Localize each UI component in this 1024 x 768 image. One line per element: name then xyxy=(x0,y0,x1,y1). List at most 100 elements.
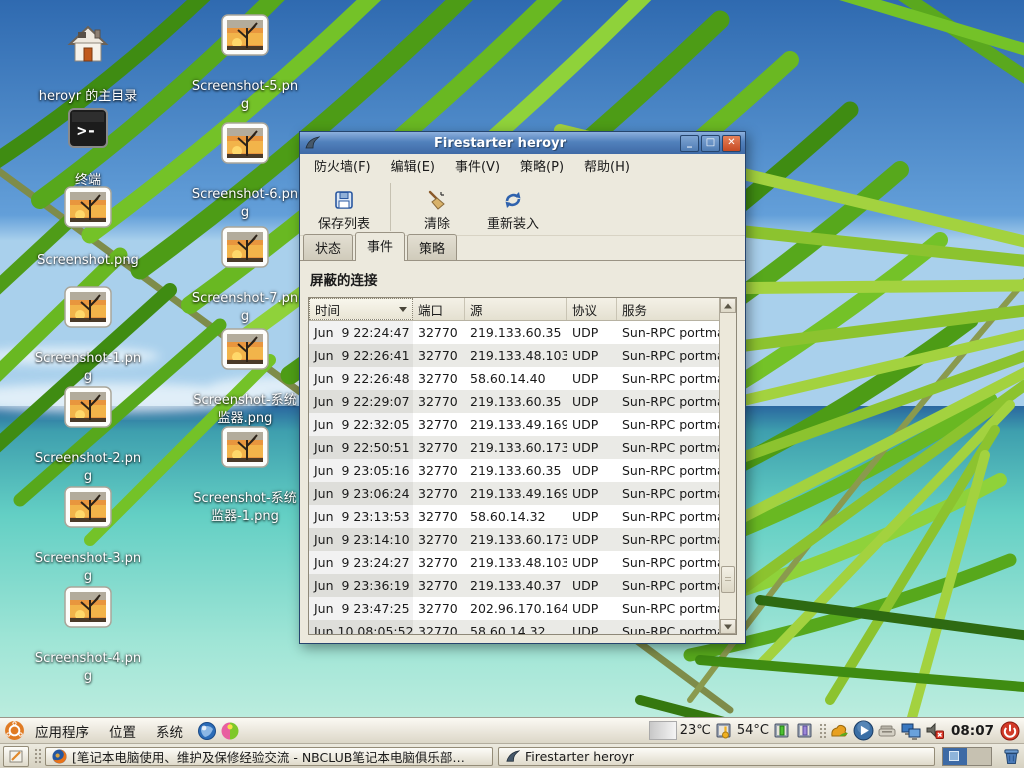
task-button[interactable]: [笔记本电脑使用、维护及保修经验交流 - NBCLUB笔记本电脑俱乐部… xyxy=(45,747,493,766)
menu-item[interactable]: 防火墙(F) xyxy=(304,154,381,177)
vertical-scrollbar[interactable] xyxy=(719,298,736,634)
column-header-service[interactable]: 服务 xyxy=(617,298,719,320)
panel-menu-item[interactable]: 系统 xyxy=(146,721,193,741)
desktop-icon[interactable]: >- Screenshot-5.png xyxy=(190,14,300,113)
cell-time: Jun 9 23:13:53 xyxy=(309,505,413,528)
menu-item[interactable]: 策略(P) xyxy=(510,154,574,177)
trash-icon[interactable] xyxy=(1002,747,1021,765)
event-row[interactable]: Jun 9 22:26:48 32770 58.60.14.40 UDP Sun… xyxy=(309,367,719,390)
menu-item[interactable]: 帮助(H) xyxy=(574,154,640,177)
panel-menu-item[interactable]: 应用程序 xyxy=(25,721,99,741)
cell-time: Jun 9 22:29:07 xyxy=(309,390,413,413)
desktop-icon[interactable]: >- Screenshot-4.png xyxy=(33,586,143,685)
cell-source: 58.60.14.32 xyxy=(465,505,567,528)
notification-applet-icon[interactable] xyxy=(829,721,850,740)
taskbar-drag-handle[interactable] xyxy=(33,747,41,765)
scroll-up-icon[interactable] xyxy=(720,298,736,313)
image-file-icon xyxy=(221,328,269,372)
event-row[interactable]: Jun 9 22:29:07 32770 219.133.60.35 UDP S… xyxy=(309,390,719,413)
graphics-launcher-icon[interactable] xyxy=(220,721,240,741)
cpu-thermometer-icon[interactable] xyxy=(714,721,734,740)
desktop-icon[interactable]: >- Screenshot-6.png xyxy=(190,122,300,221)
sensor-chip-purple-icon[interactable] xyxy=(795,721,815,740)
cell-source: 219.133.40.37 xyxy=(465,574,567,597)
event-row[interactable]: Jun 9 23:36:19 32770 219.133.40.37 UDP S… xyxy=(309,574,719,597)
show-desktop-icon xyxy=(9,750,23,763)
tray-drag-handle[interactable] xyxy=(818,722,826,740)
cell-service: Sun-RPC portmap xyxy=(617,459,719,482)
menu-item[interactable]: 事件(V) xyxy=(445,154,510,177)
sensor-chip-green-icon[interactable] xyxy=(772,721,792,740)
workspace-2[interactable] xyxy=(967,748,991,765)
desktop-icon[interactable]: >- Screenshot-2.png xyxy=(33,386,143,485)
event-row[interactable]: Jun 9 23:06:24 32770 219.133.49.169 UDP … xyxy=(309,482,719,505)
cell-protocol: UDP xyxy=(567,597,617,620)
close-button-icon[interactable]: ✕ xyxy=(722,135,741,152)
event-row[interactable]: Jun 9 23:24:27 32770 219.133.48.103 UDP … xyxy=(309,551,719,574)
column-header-time[interactable]: 时间 xyxy=(309,298,413,320)
section-title: 屏蔽的连接 xyxy=(310,269,737,289)
column-header-source[interactable]: 源 xyxy=(465,298,567,320)
task-button[interactable]: Firestarter heroyr xyxy=(498,747,935,766)
event-row[interactable]: Jun 9 23:13:53 32770 58.60.14.32 UDP Sun… xyxy=(309,505,719,528)
scroll-down-icon[interactable] xyxy=(720,619,736,634)
event-row[interactable]: Jun 9 22:50:51 32770 219.133.60.173 UDP … xyxy=(309,436,719,459)
network-monitors-icon[interactable] xyxy=(900,721,922,741)
event-row[interactable]: Jun 9 23:14:10 32770 219.133.60.173 UDP … xyxy=(309,528,719,551)
cell-port: 32770 xyxy=(413,436,465,459)
media-player-tray-icon[interactable] xyxy=(853,720,874,741)
browser-launcher-icon[interactable] xyxy=(197,721,217,741)
event-row[interactable]: Jun 9 22:24:47 32770 219.133.60.35 UDP S… xyxy=(309,321,719,344)
cell-service: Sun-RPC portmap xyxy=(617,574,719,597)
clear-button[interactable]: 清除 xyxy=(399,180,475,234)
show-desktop-button[interactable] xyxy=(3,746,29,767)
tab[interactable]: 策略 xyxy=(407,234,457,261)
window-title: Firestarter heroyr xyxy=(323,136,677,151)
cell-time: Jun 9 22:50:51 xyxy=(309,436,413,459)
tab[interactable]: 状态 xyxy=(303,234,353,261)
cell-service: Sun-RPC portmap xyxy=(617,528,719,551)
event-row[interactable]: Jun 9 22:26:41 32770 219.133.48.103 UDP … xyxy=(309,344,719,367)
desktop-icon[interactable]: >- Screenshot-3.png xyxy=(33,486,143,585)
desktop-icon[interactable]: >- Screenshot-系统监器.png xyxy=(190,328,300,427)
event-row[interactable]: Jun 9 22:32:05 32770 219.133.49.169 UDP … xyxy=(309,413,719,436)
gpu-temp-label[interactable]: 54°C xyxy=(737,723,769,738)
event-row[interactable]: Jun 10 08:05:52 32770 58.60.14.32 UDP Su… xyxy=(309,620,719,634)
terminal-icon: >- xyxy=(64,106,112,150)
svg-text:>-: >- xyxy=(77,121,96,140)
desktop-icon-label: Screenshot-6.png xyxy=(191,186,299,221)
broom-icon xyxy=(426,189,448,211)
column-header-port[interactable]: 端口 xyxy=(413,298,465,320)
ubuntu-menu-icon[interactable] xyxy=(4,720,25,741)
power-button-icon[interactable] xyxy=(1000,721,1020,741)
reload-button[interactable]: 重新装入 xyxy=(475,180,551,234)
cell-port: 32770 xyxy=(413,505,465,528)
monitor-applet[interactable] xyxy=(649,721,677,740)
cell-port: 32770 xyxy=(413,574,465,597)
tab[interactable]: 事件 xyxy=(355,232,405,261)
scrollbar-thumb[interactable] xyxy=(721,566,735,593)
menu-item[interactable]: 编辑(E) xyxy=(381,154,445,177)
desktop-icon[interactable]: >- Screenshot-7.png xyxy=(190,226,300,325)
maximize-button-icon[interactable]: □ xyxy=(701,135,720,152)
image-file-icon xyxy=(221,226,269,270)
volume-muted-icon[interactable] xyxy=(925,721,945,740)
column-header-protocol[interactable]: 协议 xyxy=(567,298,617,320)
minimize-button-icon[interactable]: _ xyxy=(680,135,699,152)
device-tray-icon[interactable] xyxy=(877,721,897,740)
cell-time: Jun 9 22:32:05 xyxy=(309,413,413,436)
desktop-icon[interactable]: >- Screenshot-1.png xyxy=(33,286,143,385)
desktop-icon[interactable]: >- Screenshot.png xyxy=(33,186,143,270)
workspace-1[interactable] xyxy=(943,748,967,765)
event-row[interactable]: Jun 9 23:47:25 32770 202.96.170.164 UDP … xyxy=(309,597,719,620)
panel-menu-item[interactable]: 位置 xyxy=(99,721,146,741)
clock-applet[interactable]: 08:07 xyxy=(951,723,994,739)
window-titlebar[interactable]: Firestarter heroyr _ □ ✕ xyxy=(300,132,745,154)
event-row[interactable]: Jun 9 23:05:16 32770 219.133.60.35 UDP S… xyxy=(309,459,719,482)
desktop-icon[interactable]: >- 终端 xyxy=(33,106,143,190)
save-list-button[interactable]: 保存列表 xyxy=(306,180,382,234)
cpu-temp-label[interactable]: 23℃ xyxy=(680,723,711,738)
desktop-icon[interactable]: >- Screenshot-系统监器-1.png xyxy=(190,426,300,525)
cell-source: 219.133.48.103 xyxy=(465,344,567,367)
desktop-icon[interactable]: >- heroyr 的主目录 xyxy=(33,22,143,106)
